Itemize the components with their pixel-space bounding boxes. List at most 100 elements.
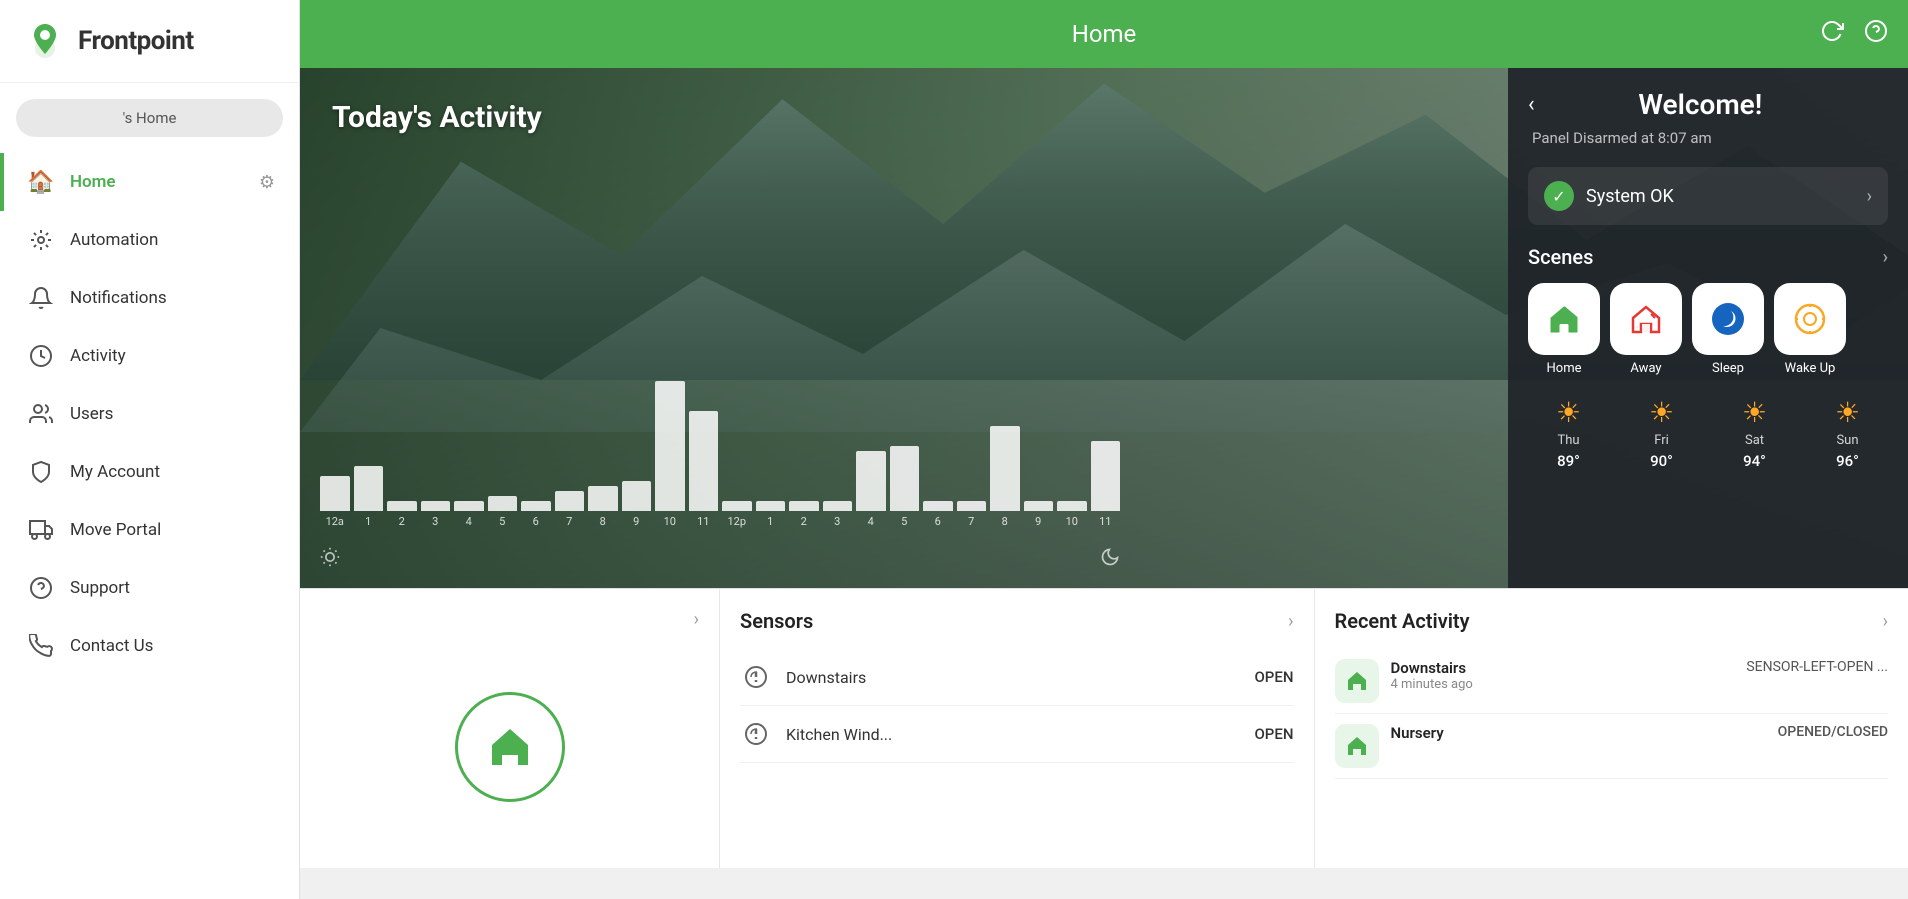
- moon-icon: [1100, 547, 1120, 572]
- chart-bar-col: 11: [1091, 328, 1121, 528]
- home-selector-button[interactable]: 's Home: [16, 99, 283, 137]
- sensor-downstairs-name: Downstairs: [786, 668, 1240, 687]
- chart-bar: [957, 501, 987, 511]
- chart-bar-col: 1: [756, 328, 786, 528]
- chart-bar-label: 1: [365, 515, 371, 528]
- weather-sat-temp: 94°: [1743, 452, 1766, 470]
- scene-home-label: Home: [1547, 361, 1582, 376]
- chart-bar-label: 4: [466, 515, 472, 528]
- chart-bar: [890, 446, 920, 511]
- help-icon[interactable]: [1864, 19, 1888, 49]
- chart-bar-label: 3: [432, 515, 438, 528]
- chart-bar-col: 3: [421, 328, 451, 528]
- activity-downstairs-icon: [1335, 659, 1379, 703]
- sensor-item-kitchen[interactable]: Kitchen Wind... OPEN: [740, 706, 1294, 763]
- chart-bar: [823, 501, 853, 511]
- home-status-card: ›: [300, 589, 720, 868]
- sidebar-item-support[interactable]: Support: [0, 559, 299, 617]
- chart-bar: [789, 501, 819, 511]
- sidebar-item-move-portal-label: Move Portal: [70, 520, 161, 540]
- sidebar-item-users[interactable]: Users: [0, 385, 299, 443]
- chart-bar: [1057, 501, 1087, 511]
- sensor-item-downstairs[interactable]: Downstairs OPEN: [740, 649, 1294, 706]
- chart-bar-label: 5: [499, 515, 505, 528]
- weather-thu: ☀ Thu 89°: [1528, 396, 1609, 470]
- chart-bar: [555, 491, 585, 511]
- system-ok-row[interactable]: ✓ System OK ›: [1528, 167, 1888, 225]
- scene-sleep-icon-box: [1692, 283, 1764, 355]
- chart-bar-col: 5: [488, 328, 518, 528]
- panel-header: ‹ Welcome!: [1528, 88, 1888, 121]
- panel-back-button[interactable]: ‹: [1528, 92, 1535, 117]
- weather-sun: ☀ Sun 96°: [1807, 396, 1888, 470]
- recent-activity-card-title: Recent Activity: [1335, 609, 1470, 633]
- sidebar-item-activity[interactable]: Activity: [0, 327, 299, 385]
- home-nav-icon: 🏠: [28, 169, 54, 195]
- chart-bar-label: 6: [935, 515, 941, 528]
- gear-icon[interactable]: ⚙: [259, 172, 275, 193]
- sidebar-item-contact-us-label: Contact Us: [70, 636, 153, 656]
- chart-bar-label: 4: [868, 515, 874, 528]
- chart-bar-col: 12p: [722, 328, 752, 528]
- chart-bar: [387, 501, 417, 511]
- activity-downstairs-time: 4 minutes ago: [1391, 677, 1735, 692]
- weather-sun-icon: ☀: [1835, 396, 1860, 429]
- move-portal-nav-icon: [28, 517, 54, 543]
- activity-chart-title: Today's Activity: [332, 100, 542, 135]
- chart-bar-label: 8: [1002, 515, 1008, 528]
- home-card-chevron[interactable]: ›: [694, 609, 699, 630]
- sidebar-item-my-account[interactable]: My Account: [0, 443, 299, 501]
- recent-activity-card-chevron[interactable]: ›: [1883, 611, 1888, 632]
- chart-bar-col: 11: [689, 328, 719, 528]
- sidebar: Frontpoint 's Home 🏠 Home ⚙ Automation: [0, 0, 300, 899]
- scenes-chevron[interactable]: ›: [1883, 247, 1888, 268]
- chart-bar-col: 2: [789, 328, 819, 528]
- activity-item-downstairs: Downstairs 4 minutes ago SENSOR-LEFT-OPE…: [1335, 649, 1889, 714]
- scenes-label-text: Scenes: [1528, 245, 1593, 269]
- sidebar-item-move-portal[interactable]: Move Portal: [0, 501, 299, 559]
- home-status-icon[interactable]: [455, 692, 565, 802]
- scene-away-icon-box: [1610, 283, 1682, 355]
- panel-title: Welcome!: [1547, 88, 1854, 121]
- chart-bar-col: 2: [387, 328, 417, 528]
- chart-bar-label: 9: [1035, 515, 1041, 528]
- weather-fri-icon: ☀: [1649, 396, 1674, 429]
- support-nav-icon: [28, 575, 54, 601]
- sidebar-item-contact-us[interactable]: Contact Us: [0, 617, 299, 675]
- sidebar-item-automation[interactable]: Automation: [0, 211, 299, 269]
- weather-fri: ☀ Fri 90°: [1621, 396, 1702, 470]
- scene-sleep[interactable]: Sleep: [1692, 283, 1764, 376]
- scene-home[interactable]: Home: [1528, 283, 1600, 376]
- sensor-kitchen-icon: [740, 718, 772, 750]
- chart-bar: [454, 501, 484, 511]
- contact-us-nav-icon: [28, 633, 54, 659]
- chart-bar-col: 10: [655, 328, 685, 528]
- scene-away[interactable]: Away: [1610, 283, 1682, 376]
- chart-bar-col: 6: [923, 328, 953, 528]
- chart-bar-label: 2: [399, 515, 405, 528]
- users-nav-icon: [28, 401, 54, 427]
- sidebar-item-notifications[interactable]: Notifications: [0, 269, 299, 327]
- chart-bar: [722, 501, 752, 511]
- chart-bar-col: 12a: [320, 328, 350, 528]
- check-icon: ✓: [1544, 181, 1574, 211]
- sensors-card-chevron[interactable]: ›: [1288, 611, 1293, 632]
- chart-time-icons: [320, 547, 1120, 572]
- refresh-icon[interactable]: [1820, 19, 1844, 49]
- scene-wake-up[interactable]: Wake Up: [1774, 283, 1846, 376]
- chart-bar: [923, 501, 953, 511]
- chart-bar-col: 8: [990, 328, 1020, 528]
- weather-sun-temp: 96°: [1836, 452, 1859, 470]
- activity-nav-icon: [28, 343, 54, 369]
- chart-bar: [421, 501, 451, 511]
- sidebar-nav: 🏠 Home ⚙ Automation Notifications: [0, 153, 299, 899]
- activity-nursery-state: OPENED/CLOSED: [1778, 724, 1888, 740]
- watermark: eHome.org: [1829, 842, 1900, 860]
- activity-nursery-icon: [1335, 724, 1379, 768]
- chart-bar-label: 10: [1066, 515, 1078, 528]
- chart-bar-label: 5: [901, 515, 907, 528]
- weather-sat-label: Sat: [1745, 433, 1764, 448]
- chart-bar: [655, 381, 685, 511]
- main-content: Home Today's Activity: [300, 0, 1908, 899]
- sidebar-item-home[interactable]: 🏠 Home ⚙: [0, 153, 299, 211]
